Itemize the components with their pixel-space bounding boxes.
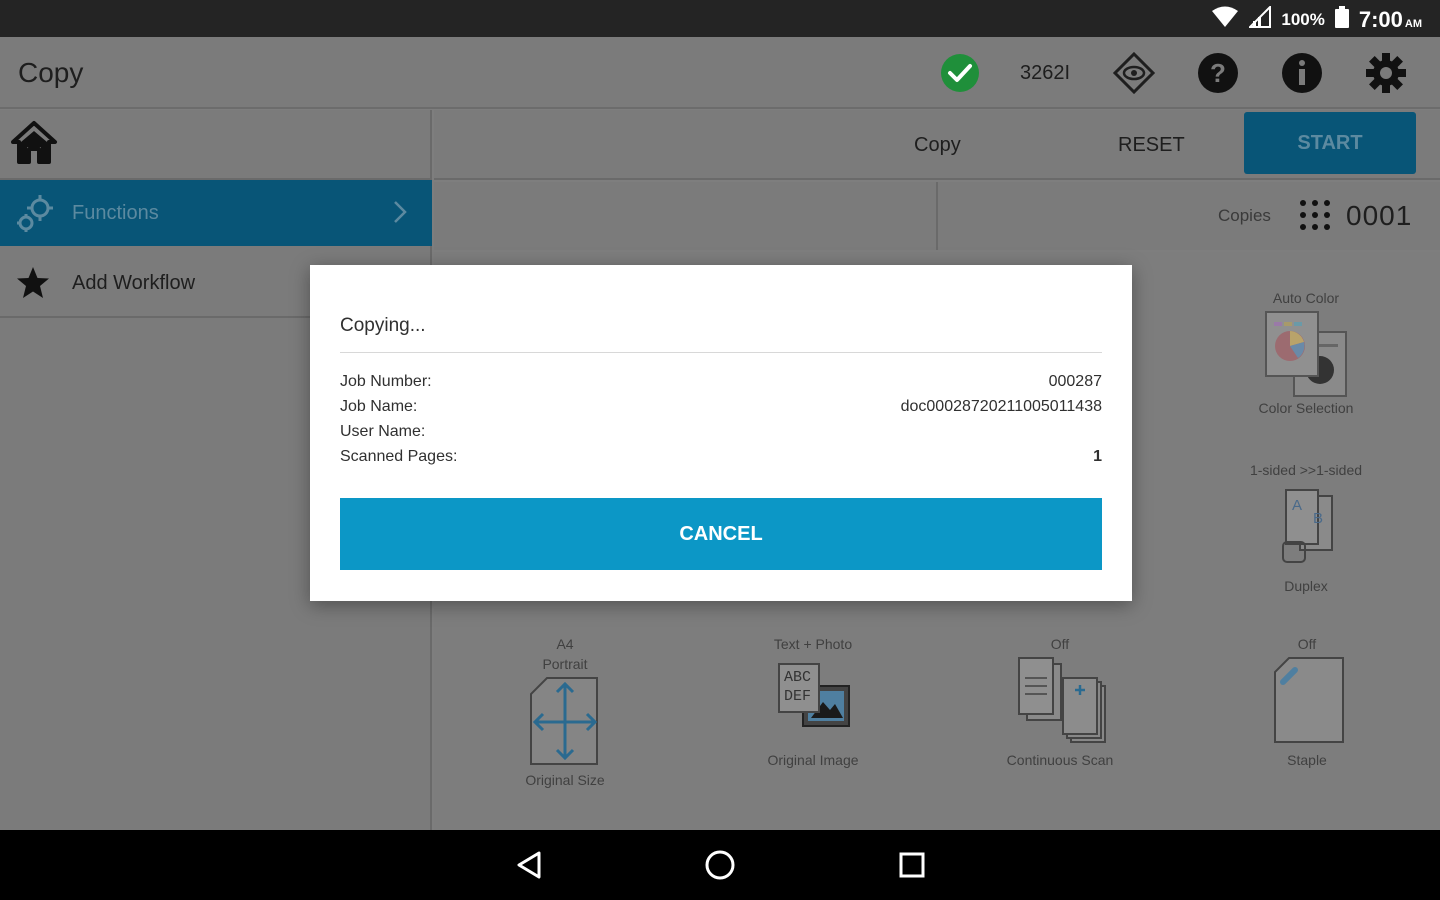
svg-text:?: ? <box>1210 58 1226 88</box>
battery-percent: 100% <box>1281 9 1325 29</box>
home-nav-icon[interactable] <box>703 848 737 882</box>
signal-icon <box>1247 4 1272 33</box>
tile-label: Original Size <box>525 772 605 788</box>
row-label: Scanned Pages: <box>340 448 458 465</box>
wifi-icon <box>1211 6 1239 33</box>
sidebar-item-label: Add Workflow <box>72 272 196 294</box>
svg-text:A: A <box>1292 497 1302 514</box>
row-label: Job Number: <box>340 373 432 390</box>
copies-label: Copies <box>1218 206 1271 225</box>
duplex-icon: A B <box>1236 480 1376 576</box>
back-icon[interactable] <box>512 848 546 882</box>
copying-dialog: Copying... Job Number: 000287 Job Name: … <box>310 265 1132 601</box>
scanned-pages-row: Scanned Pages: 1 <box>340 448 1102 470</box>
check-circle-icon[interactable] <box>939 52 981 94</box>
tile-label: Continuous Scan <box>1006 752 1114 768</box>
color-selection-icon <box>1246 308 1366 398</box>
reset-button[interactable]: RESET <box>1118 134 1185 157</box>
info-icon[interactable] <box>1281 52 1323 94</box>
help-icon[interactable]: ? <box>1197 52 1239 94</box>
eye-diamond-icon[interactable] <box>1113 52 1155 94</box>
tile-label: Original Image <box>767 752 859 768</box>
battery-icon <box>1334 6 1349 33</box>
tile-label: Duplex <box>1284 578 1328 594</box>
row-value: doc00028720211005011438 <box>900 398 1102 415</box>
keypad-icon[interactable] <box>1298 198 1332 237</box>
tile-value: Auto Color <box>1272 290 1340 306</box>
copies-row: Copies 0001 <box>434 182 1440 250</box>
row-value: 1 <box>1093 448 1102 465</box>
tile-label: Staple <box>1287 752 1327 768</box>
gears-icon <box>14 194 56 239</box>
tile-label: Color Selection <box>1258 400 1354 416</box>
clock: 7:00 AM <box>1358 6 1422 32</box>
tile-value: Text + Photo <box>773 636 853 652</box>
action-toolbar: Copy RESET START <box>434 110 1440 180</box>
dialog-divider <box>340 352 1102 353</box>
dialog-title: Copying... <box>340 315 426 336</box>
row-label: Job Name: <box>340 398 418 415</box>
original-image-icon: ABC DEF <box>753 654 873 750</box>
staple-icon <box>1247 654 1367 750</box>
original-size-icon <box>505 674 625 770</box>
tile-value: Off <box>1297 636 1317 652</box>
navigation-bar <box>0 830 1440 900</box>
abc-def-glyph: ABC DEF <box>784 669 812 705</box>
tile-value: Portrait <box>542 656 588 672</box>
row-label: User Name: <box>340 423 426 440</box>
home-icon <box>10 120 58 169</box>
original-size-tile[interactable]: A4 Portrait Original Size <box>505 634 625 790</box>
svg-text:B: B <box>1313 510 1323 527</box>
divider <box>936 182 938 250</box>
duplex-tile[interactable]: 1-sided >>1-sided A B Duplex <box>1236 460 1376 596</box>
color-selection-tile[interactable]: Auto Color Color Selection <box>1246 288 1366 418</box>
sidebar-item-functions[interactable]: Functions <box>0 180 432 246</box>
sidebar-item-label: Functions <box>72 202 159 224</box>
user-name-row: User Name: <box>340 423 1102 445</box>
copies-value[interactable]: 0001 <box>1346 200 1412 232</box>
start-button[interactable]: START <box>1244 112 1416 174</box>
row-value: 000287 <box>1048 373 1102 390</box>
star-icon <box>16 266 50 305</box>
original-image-tile[interactable]: Text + Photo ABC DEF Original Image <box>753 634 873 770</box>
page-title: Copy <box>18 57 84 88</box>
continuous-scan-icon <box>995 654 1125 750</box>
device-counter: 3262I <box>1020 62 1071 84</box>
tile-value: Off <box>1050 636 1070 652</box>
gear-icon[interactable] <box>1365 52 1407 94</box>
recents-icon[interactable] <box>895 848 929 882</box>
status-bar: 100% 7:00 AM <box>0 0 1440 37</box>
home-button[interactable] <box>0 110 432 180</box>
job-name-row: Job Name: doc00028720211005011438 <box>340 398 1102 420</box>
app-bar: Copy 3262I ? <box>0 37 1440 109</box>
chevron-right-icon <box>392 198 408 231</box>
copy-tab[interactable]: Copy <box>914 134 961 157</box>
cancel-button[interactable]: CANCEL <box>340 498 1102 570</box>
tile-value: 1-sided >>1-sided <box>1249 462 1363 478</box>
continuous-scan-tile[interactable]: Off Continuous Scan <box>995 634 1125 770</box>
staple-tile[interactable]: Off Staple <box>1247 634 1367 770</box>
job-number-row: Job Number: 000287 <box>340 373 1102 395</box>
tile-value: A4 <box>556 636 574 652</box>
